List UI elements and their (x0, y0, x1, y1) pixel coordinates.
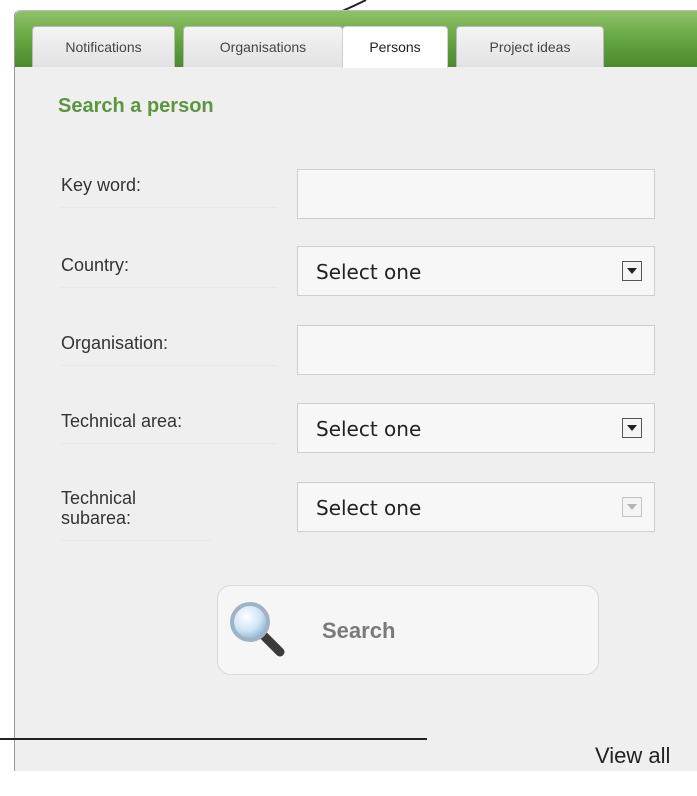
keyword-input[interactable] (297, 169, 655, 219)
country-select[interactable]: Select one (297, 246, 655, 296)
keyword-label: Key word: (61, 175, 277, 208)
form-heading: Search a person (58, 95, 214, 117)
search-button[interactable]: Search (217, 585, 599, 675)
tab-persons[interactable]: Persons (342, 26, 448, 68)
technical-subarea-select[interactable]: Select one (297, 482, 655, 532)
technical-subarea-label: Technical subarea: (61, 488, 211, 541)
chevron-down-icon[interactable] (622, 418, 642, 438)
tab-organisations[interactable]: Organisations (183, 26, 343, 67)
country-select-value: Select one (316, 260, 422, 284)
chevron-down-icon[interactable] (622, 497, 642, 517)
organisation-label: Organisation: (61, 333, 277, 366)
view-all-link[interactable]: View all (595, 743, 670, 769)
technical-area-select[interactable]: Select one (297, 403, 655, 453)
organisation-input[interactable] (297, 325, 655, 375)
technical-area-select-value: Select one (316, 417, 422, 441)
chevron-down-icon[interactable] (622, 261, 642, 281)
tab-notifications[interactable]: Notifications (32, 26, 175, 67)
divider-line (0, 738, 427, 740)
search-button-label: Search (322, 618, 396, 643)
magnifier-icon (230, 602, 285, 657)
search-panel: Notifications Organisations Persons Proj… (14, 10, 697, 771)
tab-project-ideas[interactable]: Project ideas (456, 26, 604, 67)
country-label: Country: (61, 255, 277, 288)
tab-bar: Notifications Organisations Persons Proj… (15, 11, 697, 68)
technical-area-label: Technical area: (61, 411, 277, 444)
technical-subarea-select-value: Select one (316, 496, 422, 520)
